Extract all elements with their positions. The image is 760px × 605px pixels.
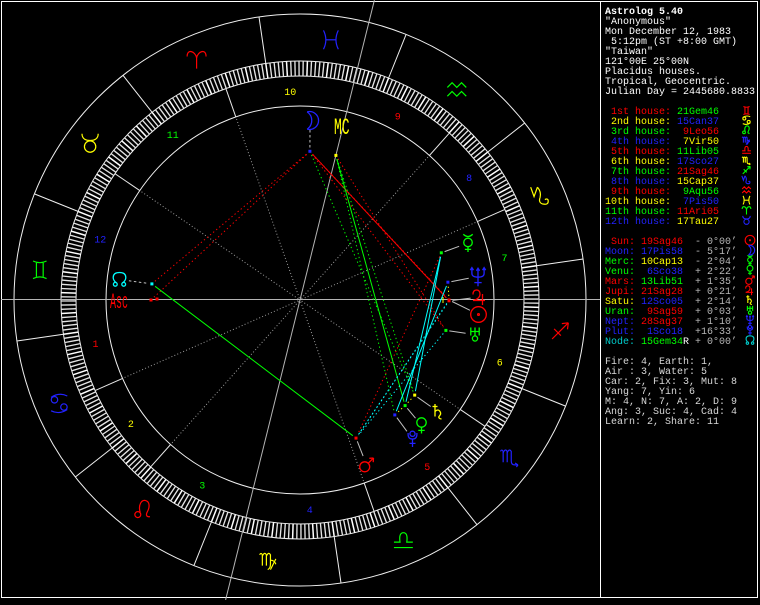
svg-text:2: 2 [128,420,134,431]
svg-text:9: 9 [395,112,401,123]
svg-text:+ 0°00’: + 0°00’ [695,336,737,348]
svg-text:Julian Day = 2445680.8833: Julian Day = 2445680.8833 [605,86,755,98]
svg-text:10: 10 [284,88,296,99]
svg-text:17Tau27: 17Tau27 [677,217,719,228]
svg-text:11: 11 [167,131,179,142]
svg-text:R: R [683,337,689,348]
svg-text:Asc: Asc [110,291,128,315]
svg-text:1: 1 [92,340,98,351]
svg-text:15Gem34: 15Gem34 [641,337,683,348]
svg-text:Learn: 2, Share: 11: Learn: 2, Share: 11 [605,416,719,428]
svg-text:Node:: Node: [605,336,635,348]
svg-text:7: 7 [501,254,507,265]
svg-text:5: 5 [424,463,430,474]
svg-text:4: 4 [307,506,313,517]
svg-text:12: 12 [94,235,106,246]
svg-text:6: 6 [497,359,503,370]
svg-text:3: 3 [199,482,205,493]
svg-text:12th house:: 12th house: [605,216,671,228]
svg-text:8: 8 [466,174,472,185]
svg-text:MC: MC [334,114,350,141]
